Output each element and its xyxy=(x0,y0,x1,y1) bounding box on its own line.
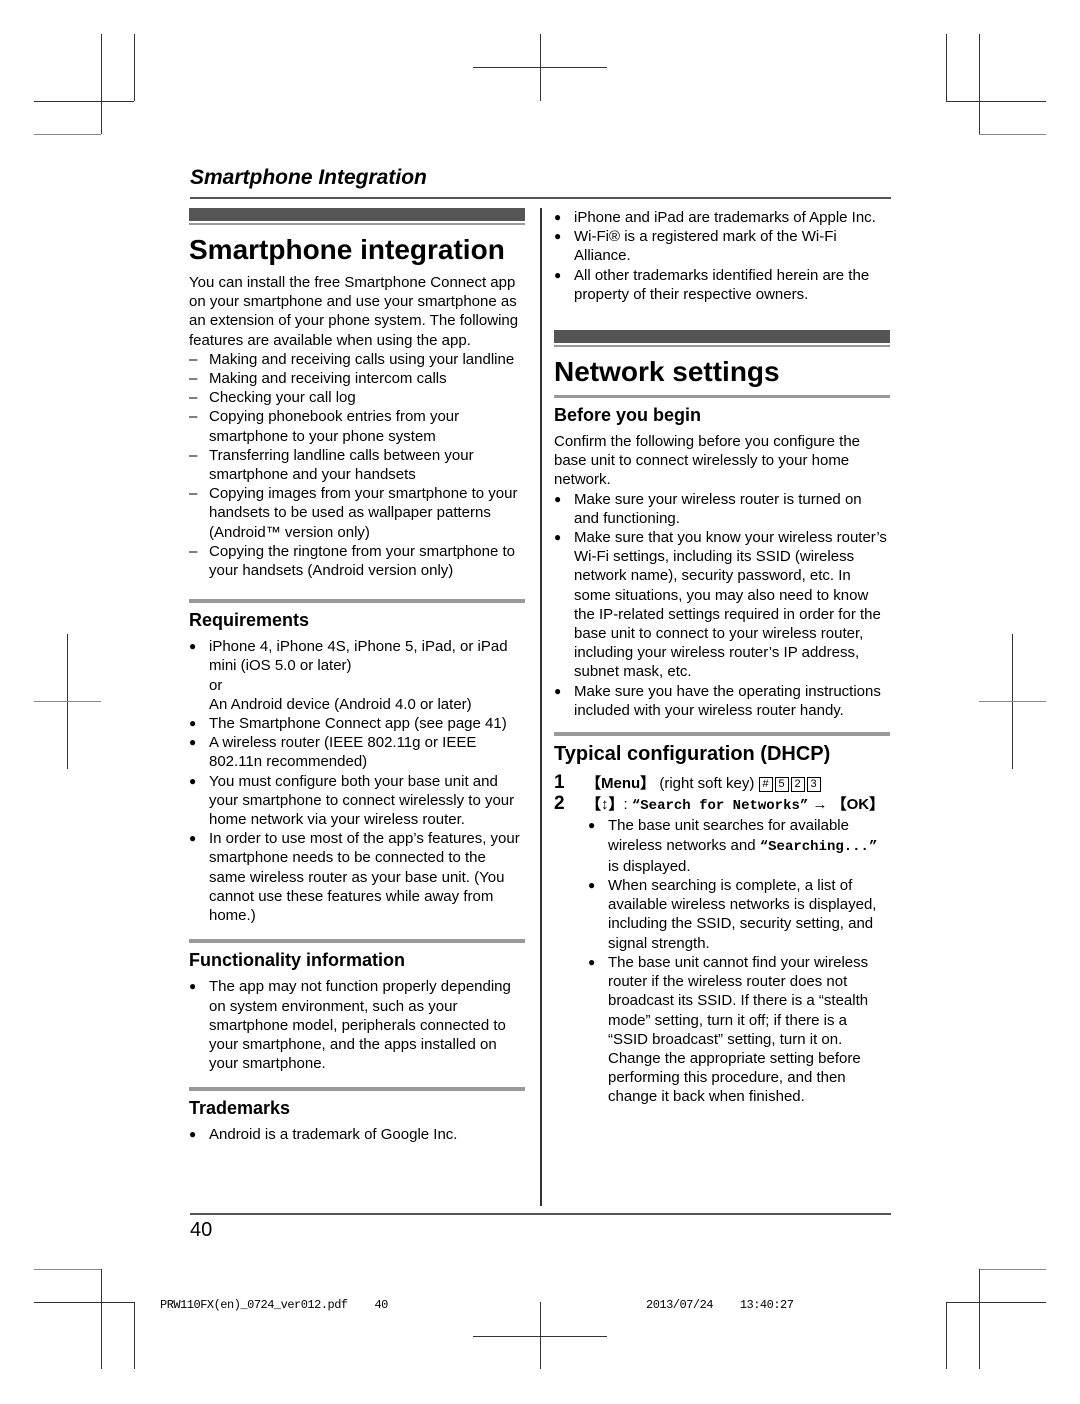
list-item: The base unit cannot find your wireless … xyxy=(588,953,890,1107)
functionality-heading: Functionality information xyxy=(189,950,405,971)
list-item: Copying phonebook entries from your smar… xyxy=(189,407,525,445)
section-title-smartphone: Smartphone integration xyxy=(189,234,505,265)
list-item: Making and receiving calls using your la… xyxy=(189,350,525,369)
subsection-rule xyxy=(554,732,890,737)
step-number: 2 xyxy=(554,793,565,815)
right-column: iPhone and iPad are trademarks of Apple … xyxy=(554,208,890,1107)
footer-rule xyxy=(190,1213,891,1215)
list-item: Make sure your wireless router is turned… xyxy=(554,490,890,528)
before-intro: Confirm the following before you configu… xyxy=(554,433,861,489)
list-item: When searching is complete, a list of av… xyxy=(588,876,890,953)
list-item: iPhone 4, iPhone 4S, iPhone 5, iPad, or … xyxy=(189,637,525,714)
list-item: The Smartphone Connect app (see page 41) xyxy=(189,714,525,733)
list-item: Make sure that you know your wireless ro… xyxy=(554,528,890,682)
key-3: 3 xyxy=(806,777,821,793)
running-header-rule xyxy=(190,197,891,199)
section-bar-rule xyxy=(554,345,890,348)
list-item: Copying images from your smartphone to y… xyxy=(189,484,525,542)
step-2-notes: The base unit searches for available wir… xyxy=(588,816,890,1106)
section-bar-rule xyxy=(189,223,525,225)
list-item: You must configure both your base unit a… xyxy=(189,772,525,830)
navigator-key-icon: 【↕】 xyxy=(586,796,624,814)
print-timestamp: 2013/07/24 13:40:27 xyxy=(646,1298,794,1312)
section-bar xyxy=(189,208,525,221)
list-item: Wi-Fi® is a registered mark of the Wi-Fi… xyxy=(554,227,890,265)
step-1: 1 【Menu】 (right soft key) #5 2 3 xyxy=(554,772,890,794)
requirements-heading: Requirements xyxy=(189,610,310,631)
section-title-network: Network settings xyxy=(554,356,780,388)
page-number: 40 xyxy=(190,1219,213,1241)
menu-option: “Search for Networks” xyxy=(631,798,809,815)
list-item: Make sure you have the operating instruc… xyxy=(554,682,890,720)
feature-list: Making and receiving calls using your la… xyxy=(189,350,525,580)
step-number: 1 xyxy=(554,772,565,794)
print-filename: PRW110FX(en)_0724_ver012.pdf 40 xyxy=(160,1298,388,1312)
step-2: 2 【↕】: “Search for Networks” → 【OK】 xyxy=(554,793,885,815)
list-item: Checking your call log xyxy=(189,388,525,407)
running-header: Smartphone Integration xyxy=(190,166,427,189)
list-item: Copying the ringtone from your smartphon… xyxy=(189,542,525,580)
list-item: Transferring landline calls between your… xyxy=(189,446,525,484)
section-bar xyxy=(554,330,890,344)
intro-text: You can install the free Smartphone Conn… xyxy=(189,274,519,349)
trademarks-continued: iPhone and iPad are trademarks of Apple … xyxy=(554,208,890,304)
trademarks-heading: Trademarks xyxy=(189,1098,291,1119)
column-divider xyxy=(540,208,542,1206)
list-item: Making and receiving intercom calls xyxy=(189,369,525,388)
before-list: Make sure your wireless router is turned… xyxy=(554,490,890,720)
before-heading: Before you begin xyxy=(554,405,702,426)
ok-key: 【OK】 xyxy=(831,796,885,814)
requirements-list: iPhone 4, iPhone 4S, iPhone 5, iPad, or … xyxy=(189,637,525,925)
list-item: The app may not function properly depend… xyxy=(189,977,525,1073)
list-item: iPhone and iPad are trademarks of Apple … xyxy=(554,208,890,227)
subsection-rule xyxy=(189,1087,525,1092)
key-hash: # xyxy=(758,777,773,793)
title-rule xyxy=(554,395,890,399)
list-item: Android is a trademark of Google Inc. xyxy=(189,1125,525,1144)
key-5: 5 xyxy=(774,777,789,793)
left-column: Smartphone integration You can install t… xyxy=(189,208,525,1145)
list-item: The base unit searches for available wir… xyxy=(588,816,890,876)
dhcp-heading: Typical configuration (DHCP) xyxy=(554,743,831,766)
list-item: All other trademarks identified herein a… xyxy=(554,266,890,304)
subsection-rule xyxy=(189,599,525,604)
arrow-right-icon: → xyxy=(808,796,832,814)
menu-key: 【Menu】 xyxy=(586,775,656,793)
key-2: 2 xyxy=(790,777,805,793)
list-item: In order to use most of the app’s featur… xyxy=(189,829,525,925)
subsection-rule xyxy=(189,939,525,944)
list-item: A wireless router (IEEE 802.11g or IEEE … xyxy=(189,733,525,771)
